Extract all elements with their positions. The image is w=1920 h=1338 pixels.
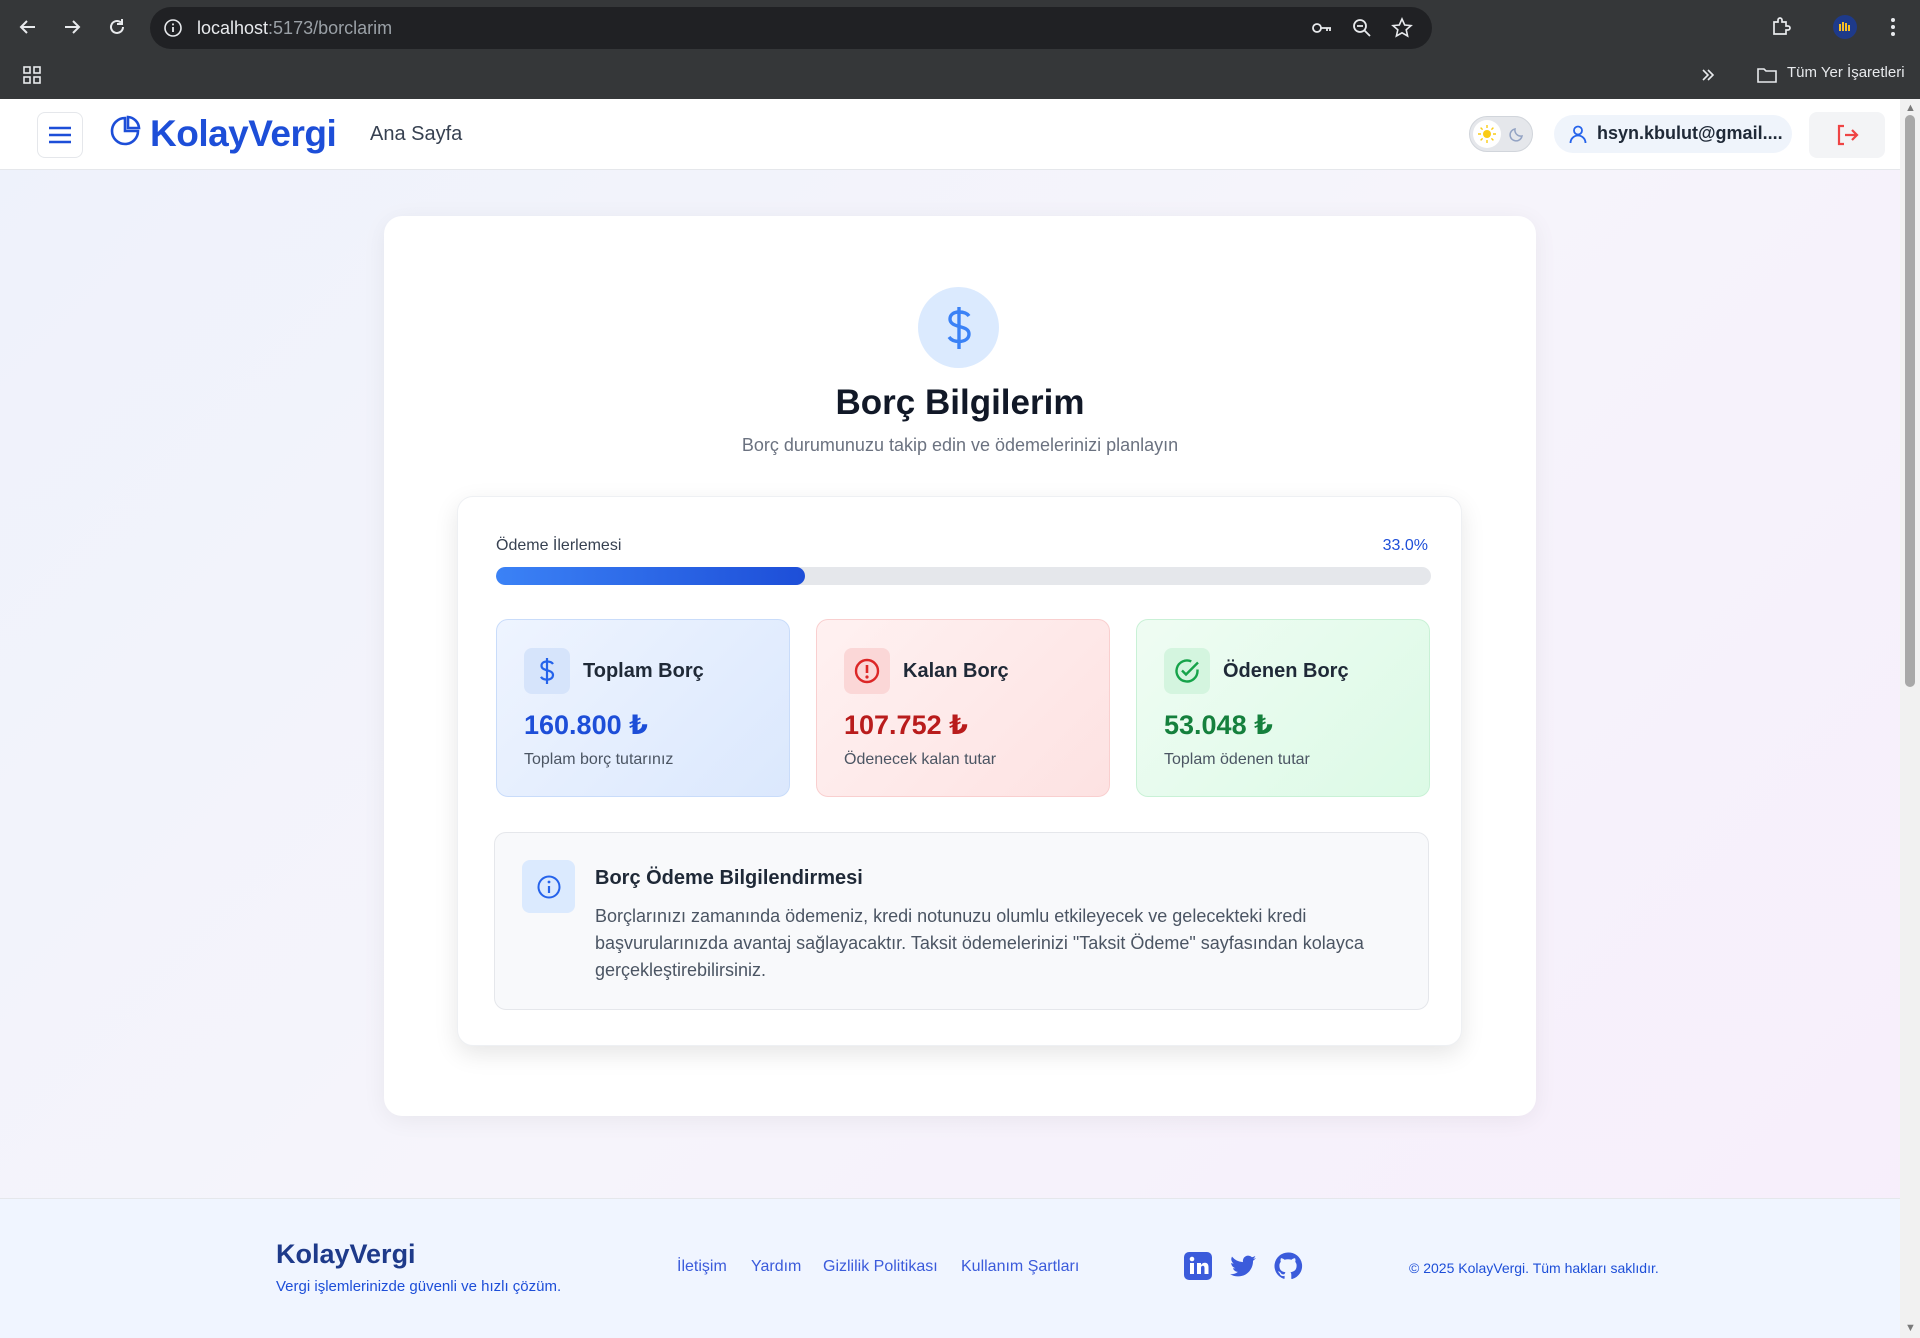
stat-title: Ödenen Borç	[1223, 660, 1349, 682]
nav-home-link[interactable]: Ana Sayfa	[370, 123, 462, 146]
bookmark-star-icon[interactable]	[1390, 16, 1414, 40]
forward-button[interactable]	[56, 11, 88, 43]
stat-description: Toplam borç tutarınız	[524, 751, 674, 768]
user-email: hsyn.kbulut@gmail....	[1597, 123, 1783, 143]
theme-toggle[interactable]	[1469, 116, 1533, 152]
site-info-icon[interactable]	[161, 16, 185, 40]
url-host: localhost	[197, 18, 269, 38]
stat-card-remaining-debt: Kalan Borç 107.752 ₺ Ödenecek kalan tuta…	[816, 619, 1110, 797]
reload-button[interactable]	[101, 11, 133, 43]
stat-card-paid-debt: Ödenen Borç 53.048 ₺ Toplam ödenen tutar	[1136, 619, 1430, 797]
stat-title: Kalan Borç	[903, 660, 1009, 682]
logo[interactable]: KolayVergi	[150, 113, 337, 155]
debt-summary-panel: Ödeme İlerlemesi 33.0% Toplam Borç 160.8…	[457, 496, 1462, 1046]
progress-value: 33.0%	[1382, 537, 1428, 554]
twitter-icon[interactable]	[1228, 1251, 1258, 1281]
footer-link-help[interactable]: Yardım	[751, 1258, 801, 1276]
footer-link-privacy[interactable]: Gizlilik Politikası	[823, 1258, 938, 1276]
page-title: Borç Bilgilerim	[835, 383, 1085, 422]
alert-circle-icon	[854, 658, 880, 684]
stat-card-total-debt: Toplam Borç 160.800 ₺ Toplam borç tutarı…	[496, 619, 790, 797]
logout-button[interactable]	[1809, 112, 1885, 158]
user-icon	[1569, 125, 1587, 144]
puzzle-icon	[1773, 17, 1791, 35]
stat-value: 53.048 ₺	[1164, 710, 1273, 740]
stat-value: 107.752 ₺	[844, 710, 968, 740]
folder-icon	[1757, 68, 1777, 83]
page-subtitle: Borç durumunuzu takip edin ve ödemelerin…	[741, 435, 1179, 455]
extensions-button[interactable]	[1765, 11, 1797, 43]
stat-icon-box	[524, 648, 570, 694]
top-header: KolayVergi Ana Sayfa hsyn.kbulut@gmail..…	[0, 99, 1900, 170]
stat-title: Toplam Borç	[583, 660, 704, 682]
info-icon-box	[522, 860, 575, 913]
all-bookmarks-label[interactable]: Tüm Yer İşaretleri	[1787, 64, 1905, 81]
browser-chrome: localhost:5173/borclarim Tüm Yer İşaretl…	[0, 0, 1920, 99]
dollar-icon	[540, 658, 555, 684]
debt-card: Borç Bilgilerim Borç durumunuzu takip ed…	[384, 216, 1536, 1116]
page-scrollbar[interactable]: ▲ ▼	[1900, 99, 1920, 1338]
footer-brand: KolayVergi	[276, 1239, 416, 1269]
dollar-icon	[947, 306, 971, 349]
stat-value: 160.800 ₺	[524, 710, 648, 740]
back-button[interactable]	[12, 11, 44, 43]
chevrons-right-icon	[1702, 69, 1715, 81]
progress-label: Ödeme İlerlemesi	[496, 537, 622, 554]
profile-avatar-icon	[1833, 15, 1857, 39]
footer: KolayVergi Vergi işlemlerinizde güvenli …	[0, 1198, 1900, 1338]
apps-grid-icon	[23, 66, 41, 84]
app-page: KolayVergi Ana Sayfa hsyn.kbulut@gmail..…	[0, 99, 1900, 1338]
check-circle-icon	[1175, 659, 1199, 683]
info-box: Borç Ödeme Bilgilendirmesi Borçlarınızı …	[494, 832, 1429, 1010]
logout-icon	[1837, 124, 1859, 146]
bookmarks-overflow-button[interactable]	[1692, 59, 1724, 91]
bookmarks-folder-button[interactable]	[1751, 59, 1783, 91]
pie-chart-icon	[110, 115, 141, 146]
footer-tagline: Vergi işlemlerinizde güvenli ve hızlı çö…	[276, 1278, 562, 1295]
address-bar[interactable]: localhost:5173/borclarim	[150, 7, 1432, 49]
scroll-down-arrow[interactable]: ▼	[1905, 1323, 1916, 1334]
url-path: :5173/borclarim	[268, 18, 393, 38]
scroll-thumb[interactable]	[1905, 115, 1915, 687]
password-key-icon[interactable]	[1310, 16, 1334, 40]
footer-link-terms[interactable]: Kullanım Şartları	[961, 1258, 1079, 1276]
linkedin-icon[interactable]	[1183, 1251, 1213, 1281]
profile-button[interactable]	[1829, 11, 1861, 43]
stat-icon-box	[844, 648, 890, 694]
sun-icon	[1478, 125, 1496, 143]
hamburger-icon	[49, 126, 71, 144]
browser-toolbar: localhost:5173/borclarim	[0, 0, 1920, 55]
stat-description: Toplam ödenen tutar	[1164, 751, 1310, 768]
scroll-up-arrow[interactable]: ▲	[1905, 103, 1916, 114]
info-title: Borç Ödeme Bilgilendirmesi	[595, 867, 863, 889]
user-menu[interactable]: hsyn.kbulut@gmail....	[1554, 115, 1792, 153]
info-icon	[537, 875, 560, 898]
footer-link-contact[interactable]: İletişim	[677, 1258, 727, 1276]
moon-icon	[1509, 128, 1523, 142]
bookmarks-bar: Tüm Yer İşaretleri	[0, 56, 1920, 99]
header-icon-circle	[918, 287, 999, 368]
url-text[interactable]: localhost:5173/borclarim	[197, 18, 392, 39]
github-icon[interactable]	[1273, 1251, 1303, 1281]
zoom-icon[interactable]	[1350, 16, 1374, 40]
arrow-left-icon	[19, 20, 35, 34]
reload-icon	[110, 19, 124, 34]
theme-knob	[1473, 120, 1501, 148]
apps-button[interactable]	[16, 59, 48, 91]
menu-button[interactable]	[37, 112, 83, 158]
arrow-right-icon	[65, 20, 81, 34]
stat-icon-box	[1164, 648, 1210, 694]
footer-copyright: © 2025 KolayVergi. Tüm hakları saklıdır.	[1409, 1260, 1659, 1276]
info-text: Borçlarınızı zamanında ödemeniz, kredi n…	[595, 906, 1364, 980]
more-vertical-icon	[1891, 18, 1895, 36]
progress-fill	[496, 567, 805, 585]
progress-bar	[496, 567, 1431, 585]
stat-description: Ödenecek kalan tutar	[844, 751, 997, 768]
browser-menu-button[interactable]	[1877, 11, 1909, 43]
